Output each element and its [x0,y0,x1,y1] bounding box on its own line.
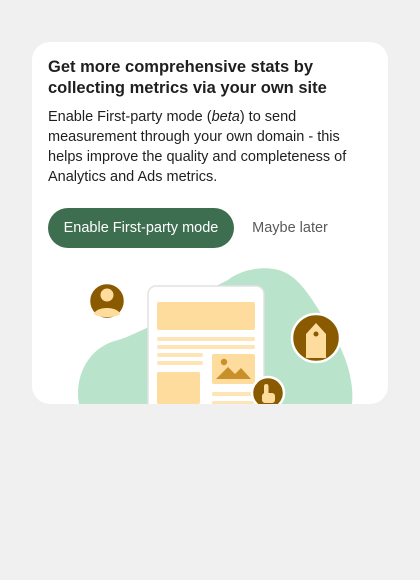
webpage-document-icon [147,285,265,404]
maybe-later-button[interactable]: Maybe later [238,208,342,248]
pointer-hand-icon [250,375,286,404]
domain-tag-icon [290,312,342,364]
image-icon [212,354,255,384]
first-party-illustration [78,268,353,404]
enable-first-party-mode-button[interactable]: Enable First-party mode [48,208,234,248]
card-description: Enable First-party mode (beta) to send m… [48,107,373,187]
beta-label: beta [211,109,240,125]
user-avatar-icon [87,281,127,321]
description-text-start: Enable First-party mode ( [48,109,212,125]
card-title: Get more comprehensive stats by collecti… [48,58,327,97]
first-party-mode-card: Get more comprehensive stats by collecti… [32,42,388,404]
